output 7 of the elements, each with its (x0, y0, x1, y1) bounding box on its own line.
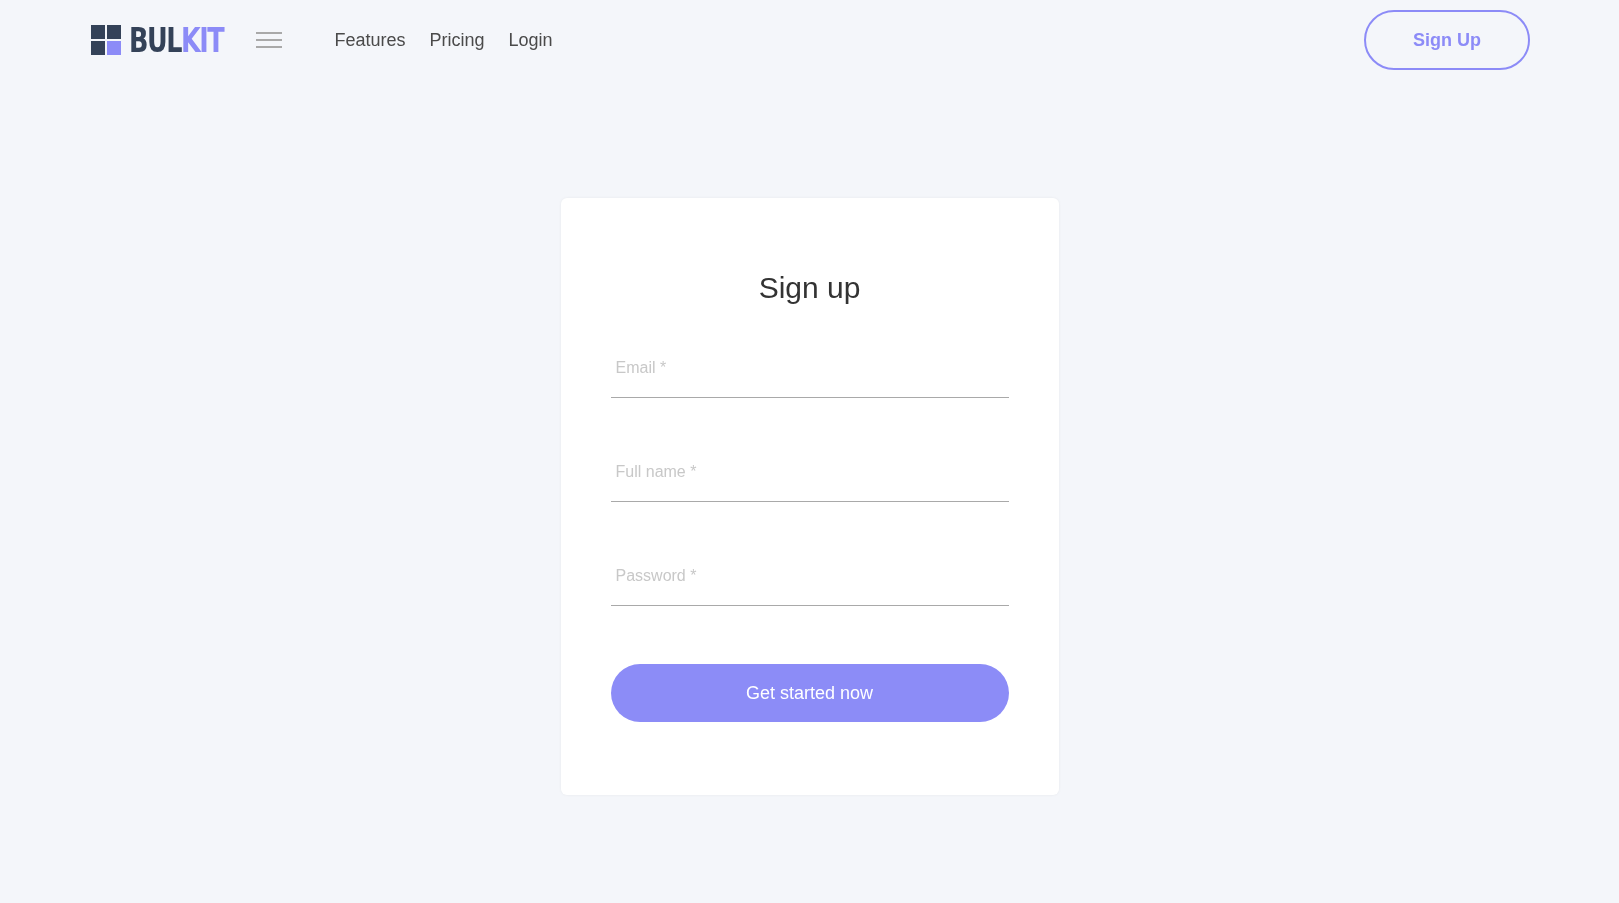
nav-link[interactable]: Features (334, 26, 406, 54)
logo-icon (91, 25, 121, 55)
nav-link[interactable]: Login (508, 26, 553, 54)
logo-text: BULKIT (129, 23, 224, 57)
menu-icon[interactable] (256, 31, 283, 49)
form-title: Sign up (757, 270, 862, 306)
nav-link[interactable]: Pricing (429, 26, 485, 54)
